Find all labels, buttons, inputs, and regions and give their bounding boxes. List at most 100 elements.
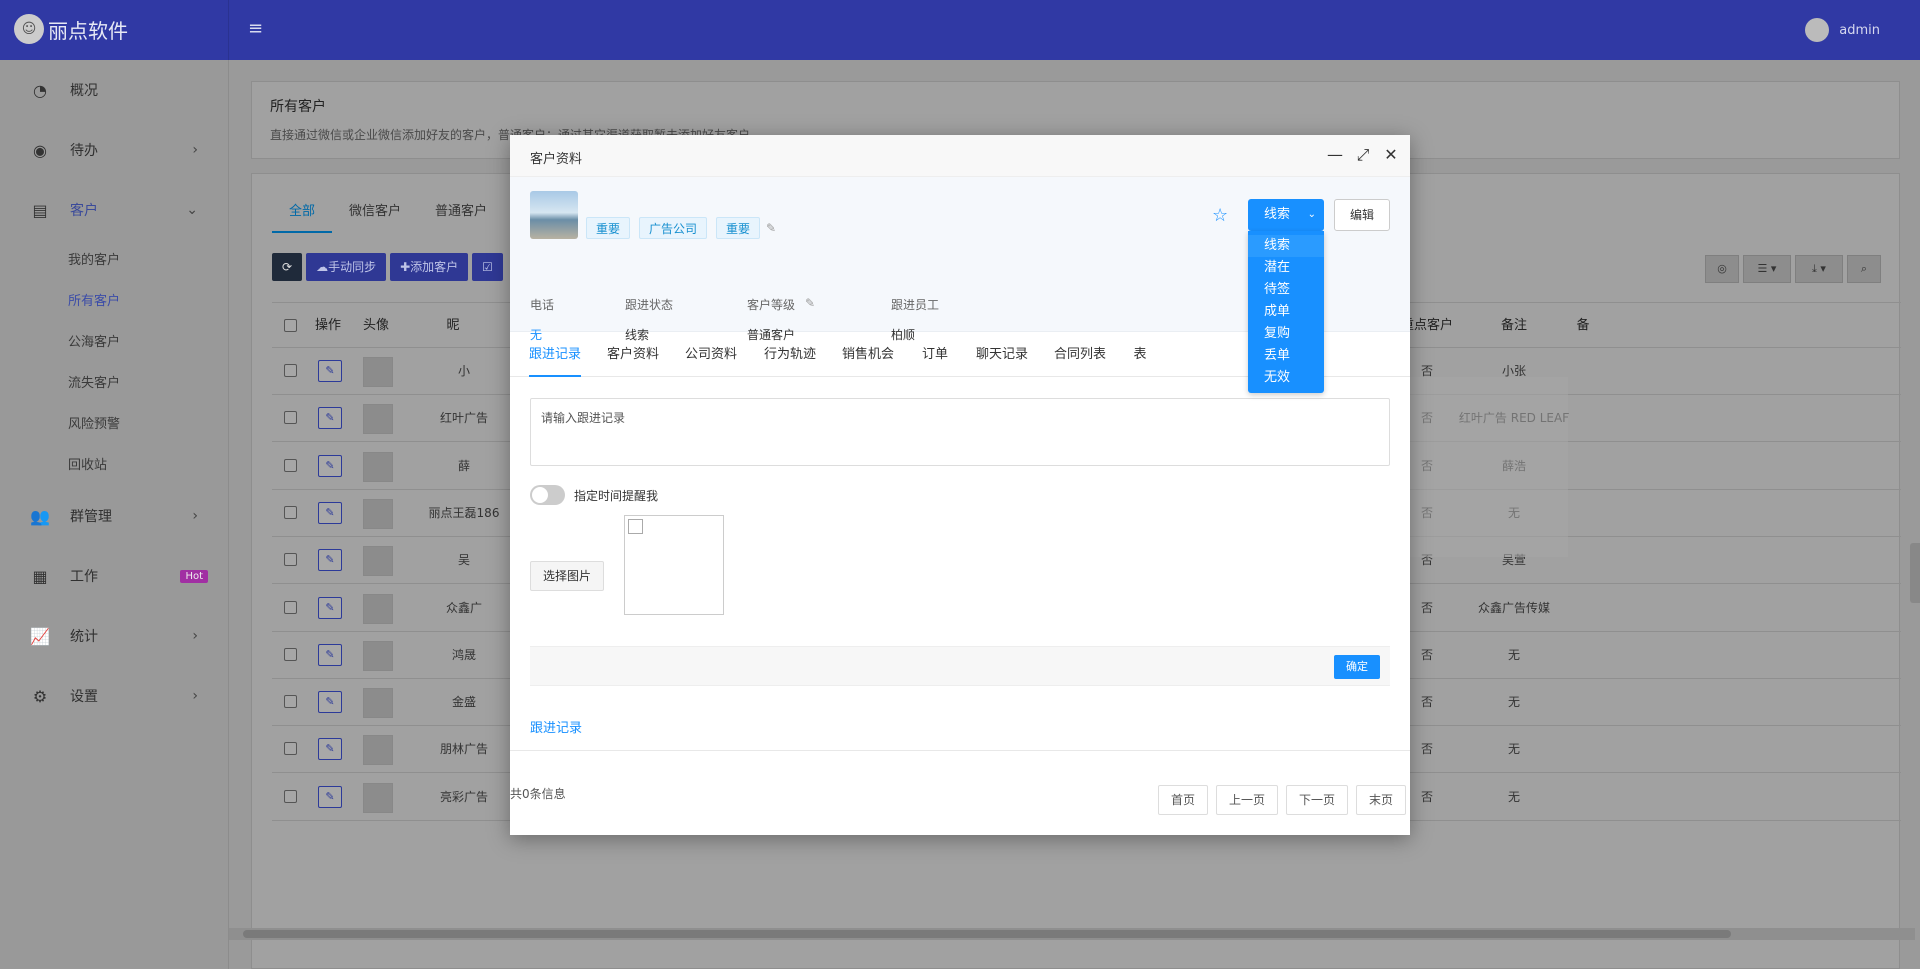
customer-photo: [530, 191, 578, 239]
modal-tab[interactable]: 客户资料: [607, 332, 659, 377]
edit-row-icon[interactable]: ✎: [318, 643, 342, 666]
horizontal-scrollbar[interactable]: [229, 928, 1915, 940]
tab[interactable]: 微信客户: [332, 188, 418, 233]
eye-icon[interactable]: ◎: [1705, 255, 1739, 283]
key-customer: 否: [1420, 742, 1434, 757]
remark: 无: [1507, 789, 1521, 804]
row-checkbox[interactable]: [284, 505, 297, 519]
edit-row-icon[interactable]: ✎: [318, 738, 342, 761]
edit-row-icon[interactable]: ✎: [318, 360, 342, 382]
sidebar-item-label: 设置: [70, 689, 98, 705]
sidebar-item[interactable]: 👥 群管理 ›: [0, 486, 228, 546]
modal-tab[interactable]: 行为轨迹: [764, 332, 816, 377]
row-checkbox[interactable]: [284, 789, 297, 803]
remark: 无: [1507, 742, 1521, 757]
user-menu[interactable]: admin: [1805, 18, 1880, 42]
pager-button[interactable]: 上一页: [1215, 785, 1278, 815]
edit-row-icon[interactable]: ✎: [318, 407, 342, 430]
more-button[interactable]: ☑: [472, 253, 503, 281]
edit-button[interactable]: 编辑: [1334, 199, 1390, 231]
sidebar-subitem[interactable]: 回收站: [0, 445, 228, 486]
modal-tab[interactable]: 公司资料: [685, 332, 737, 377]
edit-row-icon[interactable]: ✎: [318, 549, 342, 572]
follow-record-link[interactable]: 跟进记录: [530, 717, 582, 736]
sidebar-item[interactable]: ▤ 客户 ⌄: [0, 180, 228, 240]
columns-icon[interactable]: ☰ ▾: [1743, 255, 1791, 283]
edit-level-icon[interactable]: ✎: [805, 296, 815, 310]
remind-toggle[interactable]: [530, 485, 565, 505]
modal-tab[interactable]: 销售机会: [842, 332, 894, 377]
choose-image-button[interactable]: 选择图片: [530, 561, 604, 591]
sidebar-item[interactable]: ◉ 待办 ›: [0, 120, 228, 180]
status-option[interactable]: 复购: [1248, 323, 1324, 345]
modal-tab[interactable]: 聊天记录: [976, 332, 1028, 377]
app-logo[interactable]: ☺ 丽点软件: [14, 14, 228, 44]
modal-tab[interactable]: 表: [1133, 332, 1146, 377]
search-icon[interactable]: ⌕: [1847, 255, 1881, 283]
star-icon[interactable]: ☆: [1212, 205, 1228, 226]
modal-tab[interactable]: 合同列表: [1054, 332, 1106, 377]
column-header: 头像: [362, 318, 390, 333]
sync-button[interactable]: ☁手动同步: [306, 253, 387, 281]
sidebar-subitem[interactable]: 公海客户: [0, 322, 228, 363]
pager-button[interactable]: 首页: [1157, 785, 1208, 815]
sidebar-subitem[interactable]: 所有客户: [0, 281, 228, 322]
maximize-icon[interactable]: ⤢: [1354, 145, 1372, 165]
sidebar-item[interactable]: ◔ 概况: [0, 60, 228, 120]
row-checkbox[interactable]: [284, 553, 297, 567]
select-all-checkbox[interactable]: [284, 319, 297, 332]
close-icon[interactable]: ✕: [1382, 145, 1400, 165]
modal-tab[interactable]: 跟进记录: [528, 332, 582, 377]
sidebar-item[interactable]: 📈 统计 ›: [0, 606, 228, 666]
sidebar-subitem[interactable]: 风险预警: [0, 404, 228, 445]
row-checkbox[interactable]: [284, 647, 297, 661]
modal-tab[interactable]: 订单: [922, 332, 948, 377]
row-checkbox[interactable]: [284, 695, 297, 709]
edit-row-icon[interactable]: ✎: [318, 785, 342, 808]
tab[interactable]: 全部: [272, 188, 333, 233]
record-count: 共0条信息: [510, 787, 566, 801]
pager-button[interactable]: 末页: [1355, 785, 1406, 815]
side-handle[interactable]: [1910, 543, 1920, 603]
sidebar-item[interactable]: ⚙ 设置 ›: [0, 666, 228, 726]
nickname: 小: [457, 364, 471, 378]
export-icon[interactable]: ⤓ ▾: [1795, 255, 1843, 283]
status-option[interactable]: 潜在: [1248, 257, 1324, 279]
edit-row-icon[interactable]: ✎: [318, 501, 342, 524]
add-customer-button[interactable]: ✚添加客户: [390, 253, 469, 281]
sidebar-item-label: 客户: [70, 203, 98, 219]
tab[interactable]: 普通客户: [418, 188, 504, 233]
tag: 重要: [586, 217, 631, 239]
sidebar-subitem[interactable]: 我的客户: [0, 240, 228, 281]
row-checkbox[interactable]: [284, 458, 297, 472]
nickname: 众鑫广: [445, 600, 483, 615]
status-option[interactable]: 丢单: [1248, 345, 1324, 367]
status-option[interactable]: 线索: [1248, 235, 1324, 257]
row-checkbox[interactable]: [284, 364, 297, 377]
menu-toggle-icon[interactable]: ≡: [248, 18, 263, 39]
follow-record-textarea[interactable]: 请输入跟进记录: [530, 398, 1390, 466]
edit-row-icon[interactable]: ✎: [318, 691, 342, 714]
avatar: [363, 498, 393, 529]
compass-icon: ◉: [33, 140, 47, 160]
row-checkbox[interactable]: [284, 411, 297, 425]
chevron-icon: ›: [192, 508, 198, 524]
nickname: 金盛: [451, 695, 477, 710]
status-option[interactable]: 待签: [1248, 279, 1324, 301]
sidebar-item[interactable]: ▦ 工作 Hot: [0, 546, 228, 606]
minimize-icon[interactable]: —: [1326, 145, 1344, 165]
status-select[interactable]: 线索 ⌄: [1248, 199, 1324, 231]
row-checkbox[interactable]: [284, 742, 297, 756]
edit-row-icon[interactable]: ✎: [318, 454, 342, 477]
row-checkbox[interactable]: [284, 600, 297, 614]
edit-row-icon[interactable]: ✎: [318, 596, 342, 619]
confirm-button[interactable]: 确定: [1334, 655, 1380, 679]
modal-title: 客户资料: [530, 152, 583, 167]
status-option[interactable]: 无效: [1248, 367, 1324, 389]
pager-button[interactable]: 下一页: [1285, 785, 1348, 815]
status-option[interactable]: 成单: [1248, 301, 1324, 323]
sidebar-subitem[interactable]: 流失客户: [0, 363, 228, 404]
sidebar-item-label: 待办: [70, 143, 98, 159]
refresh-button[interactable]: ⟳: [272, 253, 303, 281]
edit-tags-icon[interactable]: ✎: [766, 221, 776, 235]
